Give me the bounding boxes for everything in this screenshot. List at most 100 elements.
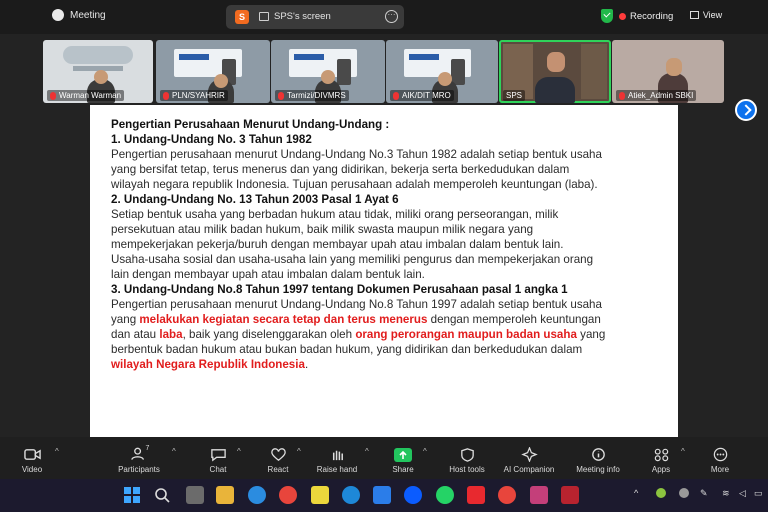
search-icon[interactable] [153,486,171,504]
app-icon[interactable] [342,486,360,504]
recording-dot-icon [619,12,626,20]
file-explorer-icon[interactable] [216,486,234,504]
wifi-icon[interactable]: ≋ [722,488,730,499]
ai-companion-button[interactable]: AI Companion [500,437,558,479]
video-button[interactable]: Video [14,437,50,479]
volume-icon[interactable]: ◁ [739,488,746,499]
document-line: wilayah Negara Republik Indonesia. [111,357,658,372]
document-line: yang melakukan kegiatan secara tetap dan… [111,312,658,327]
meeting-toolbar: Video ^ 7 Participants ^ Chat ^ React ^ … [0,437,768,479]
participant-tile[interactable]: PLN/SYAHRIR [156,40,270,103]
muted-mic-icon [163,91,169,100]
participant-tile-active-speaker[interactable]: SPS [499,40,611,103]
info-icon [591,448,605,461]
text-span: . [304,358,309,371]
apps-options-caret-icon[interactable]: ^ [681,447,685,456]
next-page-arrow-icon[interactable] [735,99,757,121]
participant-name: PLN/SYAHRIR [160,90,228,101]
participant-name: AIK/DIT MRO [390,90,454,101]
security-shield-icon[interactable] [601,9,613,23]
windows-start-icon[interactable] [123,486,141,504]
host-tools-button[interactable]: Host tools [446,437,488,479]
zoom-paw-icon [52,9,64,21]
raise-hand-options-caret-icon[interactable]: ^ [365,447,369,456]
recording-label: Recording [630,10,674,22]
grid-view-icon [689,11,699,19]
sharer-avatar: S [235,10,249,24]
more-options-icon[interactable]: ··· [385,10,398,23]
react-button[interactable]: React [262,437,294,479]
shield-icon [460,448,474,462]
tray-chevron-up-icon[interactable]: ^ [634,488,638,498]
participants-count: 7 [145,445,150,452]
document-text: Pengertian Perusahaan Menurut Undang-Und… [111,117,658,372]
task-view-icon[interactable] [186,486,204,504]
sticky-notes-icon[interactable] [311,486,329,504]
muted-mic-icon [619,91,625,100]
document-heading: 1. Undang-Undang No. 3 Tahun 1982 [111,133,312,146]
muted-mic-icon [393,91,399,100]
document-line: yang bersifat tetap, terus menerus dan y… [111,163,570,176]
raise-hand-icon [332,450,343,461]
chat-options-caret-icon[interactable]: ^ [237,447,241,456]
document-line: berbentuk badan hukum atau bukan badan h… [111,342,658,357]
screen-share-indicator[interactable]: S SPS's screen ··· [226,5,404,29]
text-span: yang [111,313,140,326]
participants-options-caret-icon[interactable]: ^ [172,447,176,456]
share-options-caret-icon[interactable]: ^ [423,447,427,456]
heart-icon [270,448,286,461]
participant-tile[interactable]: Atiek_Admin SBKI [612,40,724,103]
edge-browser-icon[interactable] [248,486,266,504]
chrome-icon[interactable] [279,486,297,504]
document-line: dan atau laba, baik yang diselenggarakan… [111,327,658,342]
share-title: SPS's screen [274,11,331,22]
shared-screen-content: Pengertian Perusahaan Menurut Undang-Und… [90,105,678,437]
participant-tile[interactable]: AIK/DIT MRO [386,40,498,103]
document-line: persekutuan atau milik badan hukum, baik… [111,223,534,236]
participant-tile[interactable]: Tarmizi/DIVMRS [271,40,385,103]
share-screen-button[interactable]: Share [386,437,420,479]
video-options-caret-icon[interactable]: ^ [55,447,59,456]
share-screen-icon [394,448,412,462]
participant-name: SPS [503,90,526,101]
meeting-info-button[interactable]: Meeting info [570,437,626,479]
document-line: lain dengan membayar upah atau imbalan d… [111,268,425,281]
chrome-alt-icon[interactable] [498,486,516,504]
apps-icon [654,448,668,462]
chat-bubble-icon [210,449,226,462]
document-line: Usaha-usaha sosial dan usaha-usaha lain … [111,253,594,266]
document-heading: 3. Undang-Undang No.8 Tahun 1997 tentang… [111,283,568,296]
tray-app2-icon[interactable] [679,488,689,498]
tray-pen-icon[interactable]: ✎ [700,488,708,499]
document-line: Pengertian perusahaan menurut Undang-Und… [111,148,602,161]
text-span: berbentuk badan hukum atau bukan badan h… [111,343,583,356]
raise-hand-button[interactable]: Raise hand [314,437,360,479]
tray-app-icon[interactable] [656,488,666,498]
wps-office-icon[interactable] [467,486,485,504]
document-heading: Pengertian Perusahaan Menurut Undang-Und… [111,118,390,131]
chat-button[interactable]: Chat [202,437,234,479]
view-button[interactable]: View [681,5,731,25]
view-label: View [702,10,723,20]
participant-tile[interactable]: Warman Warman [43,40,153,103]
participant-name: Atiek_Admin SBKI [616,90,697,101]
participant-name: Warman Warman [47,90,125,101]
battery-icon[interactable]: ▭ [754,488,763,499]
more-button[interactable]: More [706,437,734,479]
whatsapp-icon[interactable] [436,486,454,504]
windows-taskbar: ^ ✎ ≋ ◁ ▭ [0,479,768,512]
meeting-app-title: Meeting [52,9,106,21]
participant-name: Tarmizi/DIVMRS [275,90,349,101]
active-app-icon[interactable] [530,486,548,504]
document-heading: 2. Undang-Undang No. 13 Tahun 2003 Pasal… [111,193,399,206]
recording-indicator[interactable]: Recording [619,7,673,25]
zoom-icon[interactable] [404,486,422,504]
text-span: dengan memperoleh keuntungan [427,313,601,326]
participant-strip: Warman Warman PLN/SYAHRIR Tarmizi/DIVMRS… [0,38,768,121]
react-options-caret-icon[interactable]: ^ [297,447,301,456]
mcafee-icon[interactable] [561,486,579,504]
apps-button[interactable]: Apps [646,437,676,479]
participants-button[interactable]: 7 Participants [112,437,166,479]
todo-icon[interactable] [373,486,391,504]
highlighted-phrase: melakukan kegiatan secara tetap dan teru… [139,313,428,326]
